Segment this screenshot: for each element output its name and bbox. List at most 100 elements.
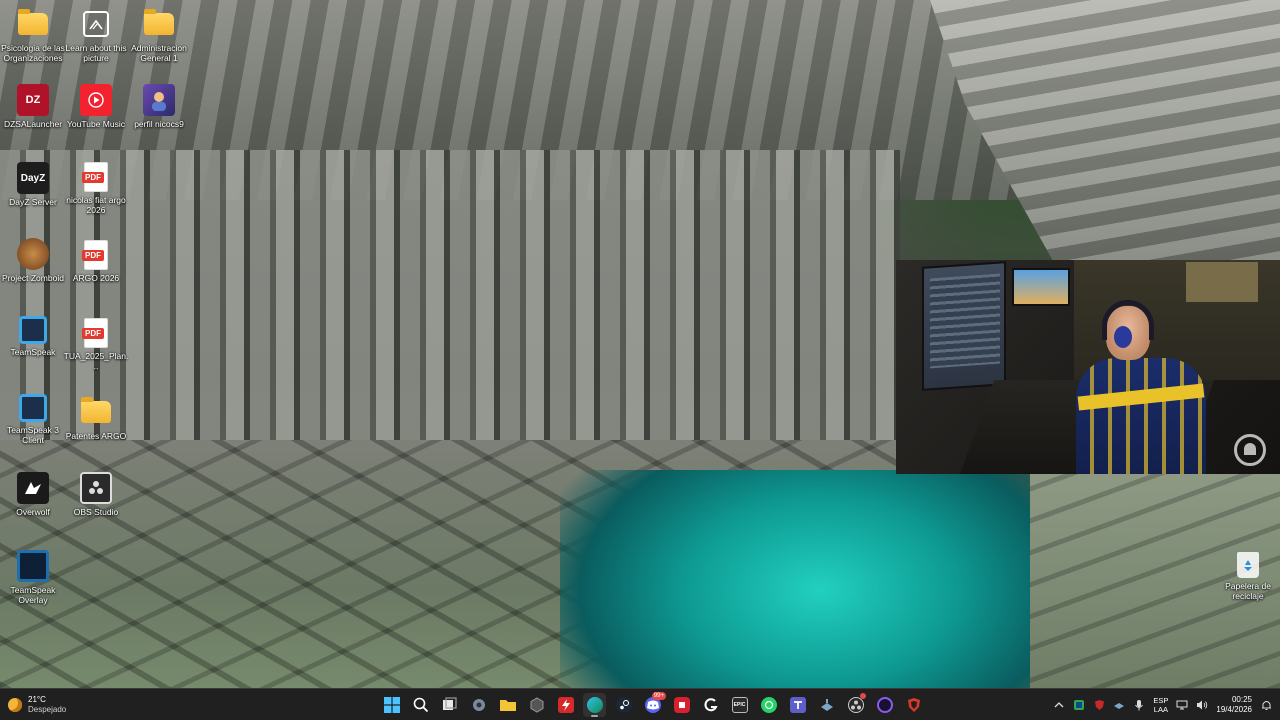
obs-icon	[80, 472, 112, 504]
shield-icon	[906, 697, 922, 713]
desktop-icon-administracion[interactable]: Administracion General 1	[126, 8, 192, 63]
desktop-icon-dayz-server[interactable]: DayZ DayZ Server	[0, 162, 66, 207]
tray-app-green[interactable]	[1073, 699, 1085, 711]
whatsapp-icon	[760, 697, 777, 713]
taskbar-app-purple[interactable]	[873, 693, 896, 717]
teams-icon	[789, 697, 806, 713]
wallpaper-cliff	[930, 0, 1280, 260]
desktop-icon-label: ARGO 2026	[72, 273, 120, 283]
folder-icon	[81, 397, 111, 423]
language-indicator[interactable]: ESP LAA	[1153, 696, 1168, 714]
desktop-icon-overwolf[interactable]: Overwolf	[0, 472, 66, 517]
desktop-icon-youtube-music[interactable]: YouTube Music	[63, 84, 129, 129]
recycle-bin-icon	[1237, 552, 1259, 578]
taskbar: 21°C Despejado 99+ EPIC ESP LAA 00:25 19…	[0, 688, 1280, 720]
desktop-icon-teamspeak-overlay[interactable]: TeamSpeak Overlay	[0, 550, 66, 605]
desktop-icon-label: TeamSpeak	[10, 347, 56, 357]
clock-time: 00:25	[1231, 695, 1252, 704]
desktop-icon-label: TeamSpeak Overlay	[10, 585, 56, 605]
taskbar-obs[interactable]	[844, 693, 867, 717]
desktop-icon-nicolas-fiat[interactable]: PDF nicolas fiat argo 2026	[63, 162, 129, 215]
tray-network[interactable]	[1176, 699, 1188, 711]
taskbar-teams[interactable]	[786, 693, 809, 717]
desktop-icon-label: TeamSpeak 3 Client	[7, 425, 59, 445]
desktop-icon-project-zomboid[interactable]: Project Zomboid	[0, 238, 66, 283]
taskbar-steam-2[interactable]	[815, 693, 838, 717]
desktop-icon-teamspeak-3[interactable]: TeamSpeak 3 Client	[0, 394, 66, 445]
tray-microphone[interactable]	[1133, 699, 1145, 711]
camera-icon	[83, 11, 109, 37]
desktop-icon-label: nicolas fiat argo 2026	[66, 195, 126, 215]
project-zomboid-icon	[17, 238, 49, 270]
desktop-icon-perfil[interactable]: perfil nicocs9	[126, 84, 192, 129]
weather-temperature: 21°C	[28, 695, 46, 704]
obs-icon	[847, 697, 864, 713]
tray-app-shield[interactable]	[1093, 699, 1105, 711]
tray-app-blue[interactable]	[1113, 699, 1125, 711]
youtube-music-icon	[80, 84, 112, 116]
notifications-button[interactable]	[1260, 699, 1272, 711]
volume-icon	[1197, 700, 1208, 710]
edge-icon	[586, 697, 603, 713]
task-view-icon	[442, 697, 457, 710]
show-hidden-icons-button[interactable]	[1053, 699, 1065, 711]
weather-widget[interactable]: 21°C Despejado	[8, 689, 66, 720]
desktop-icon-label: Overwolf	[16, 507, 50, 517]
taskbar-g-hub[interactable]	[699, 693, 722, 717]
task-view-button[interactable]	[438, 693, 461, 717]
windows-start-icon	[383, 697, 400, 713]
desktop-icon-psicologia[interactable]: Psicologia de las Organizaciones	[0, 8, 66, 63]
desktop-icon-label: TUA_2025_Plan...	[63, 351, 129, 371]
discord-notification-badge: 99+	[651, 692, 666, 700]
chevron-up-icon	[1054, 702, 1064, 708]
green-app-icon	[1074, 700, 1085, 710]
overwolf-icon	[17, 472, 49, 504]
taskbar-app-bolt[interactable]	[554, 693, 577, 717]
taskbar-edge[interactable]	[583, 693, 606, 717]
search-icon	[413, 697, 428, 713]
taskbar-epic-games[interactable]: EPIC	[728, 693, 751, 717]
desktop-icon-dzsalauncher[interactable]: DZ DZSALauncher	[0, 84, 66, 129]
steam-icon	[1114, 703, 1125, 709]
network-icon	[1176, 700, 1188, 710]
cube-icon	[530, 697, 543, 713]
search-button[interactable]	[409, 693, 432, 717]
taskbar-app-shield[interactable]	[902, 693, 925, 717]
desktop-icon-teamspeak[interactable]: TeamSpeak	[0, 316, 66, 357]
taskbar-clock[interactable]: 00:25 19/4/2026	[1216, 695, 1252, 715]
desktop-icon-obs[interactable]: OBS Studio	[63, 472, 129, 517]
webcam-overlay[interactable]	[896, 260, 1280, 474]
settings-icon	[472, 699, 485, 711]
start-button[interactable]	[380, 693, 403, 717]
folder-icon	[18, 9, 48, 35]
desktop-icon-argo-2026[interactable]: PDF ARGO 2026	[63, 240, 129, 283]
steam-icon	[615, 697, 632, 713]
streamer-logo-icon	[1234, 434, 1266, 466]
pdf-icon: PDF	[82, 162, 108, 192]
desktop-icon-label: perfil nicocs9	[134, 119, 184, 129]
webcam-monitor	[922, 261, 1006, 391]
pdf-icon: PDF	[82, 240, 108, 270]
desktop-icon-learn-picture[interactable]: Learn about this picture	[63, 8, 129, 63]
desktop-icon-label: Psicologia de las Organizaciones	[1, 43, 65, 63]
keyboard-layout: LAA	[1153, 705, 1168, 714]
desktop-icon-recycle-bin[interactable]: Papelera de reciclaje	[1215, 552, 1280, 601]
tray-volume[interactable]	[1196, 699, 1208, 711]
taskbar-discord[interactable]: 99+	[641, 692, 666, 717]
desktop-icon-label: Administracion General 1	[131, 43, 187, 63]
desktop-icon-patentes-argo[interactable]: Patentes ARGO	[63, 396, 129, 441]
taskbar-settings[interactable]	[467, 693, 490, 717]
teamspeak-icon	[19, 316, 47, 344]
taskbar-app-cube[interactable]	[525, 693, 548, 717]
clock-date: 19/4/2026	[1216, 705, 1252, 714]
teamspeak-overlay-icon	[17, 550, 49, 582]
steam-icon	[819, 697, 835, 713]
desktop-icon-tua-2025[interactable]: PDF TUA_2025_Plan...	[63, 318, 129, 371]
moon-icon	[8, 698, 22, 712]
dzsa-icon: DZ	[17, 84, 49, 116]
desktop-icon-label: Patentes ARGO	[65, 431, 127, 441]
taskbar-whatsapp[interactable]	[757, 693, 780, 717]
taskbar-steam[interactable]	[612, 693, 635, 717]
taskbar-app-red[interactable]	[670, 693, 693, 717]
taskbar-file-explorer[interactable]	[496, 693, 519, 717]
